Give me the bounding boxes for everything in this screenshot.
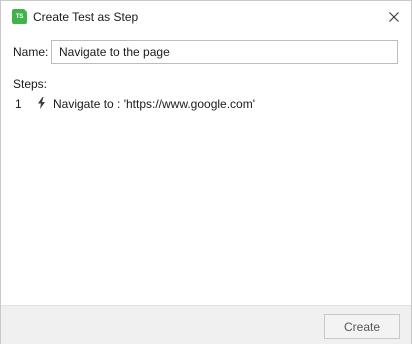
name-label: Name:	[13, 45, 49, 59]
testsuite-app-icon: TS	[12, 9, 27, 24]
title-bar: TS Create Test as Step	[1, 1, 411, 34]
step-row[interactable]: 1 Navigate to : 'https://www.google.com'	[1, 95, 411, 113]
close-button[interactable]	[381, 5, 407, 29]
step-number: 1	[15, 97, 22, 111]
close-icon	[389, 12, 399, 22]
steps-label: Steps:	[13, 77, 48, 91]
create-test-as-step-dialog: TS Create Test as Step Name: Steps: 1 Na…	[0, 0, 412, 344]
create-button[interactable]: Create	[324, 314, 400, 339]
app-icon-text: TS	[15, 13, 24, 20]
dialog-footer: Create	[1, 305, 411, 344]
bolt-icon	[38, 97, 45, 109]
name-input[interactable]	[51, 40, 398, 64]
step-text: Navigate to : 'https://www.google.com'	[53, 97, 256, 111]
dialog-title: Create Test as Step	[33, 10, 139, 24]
